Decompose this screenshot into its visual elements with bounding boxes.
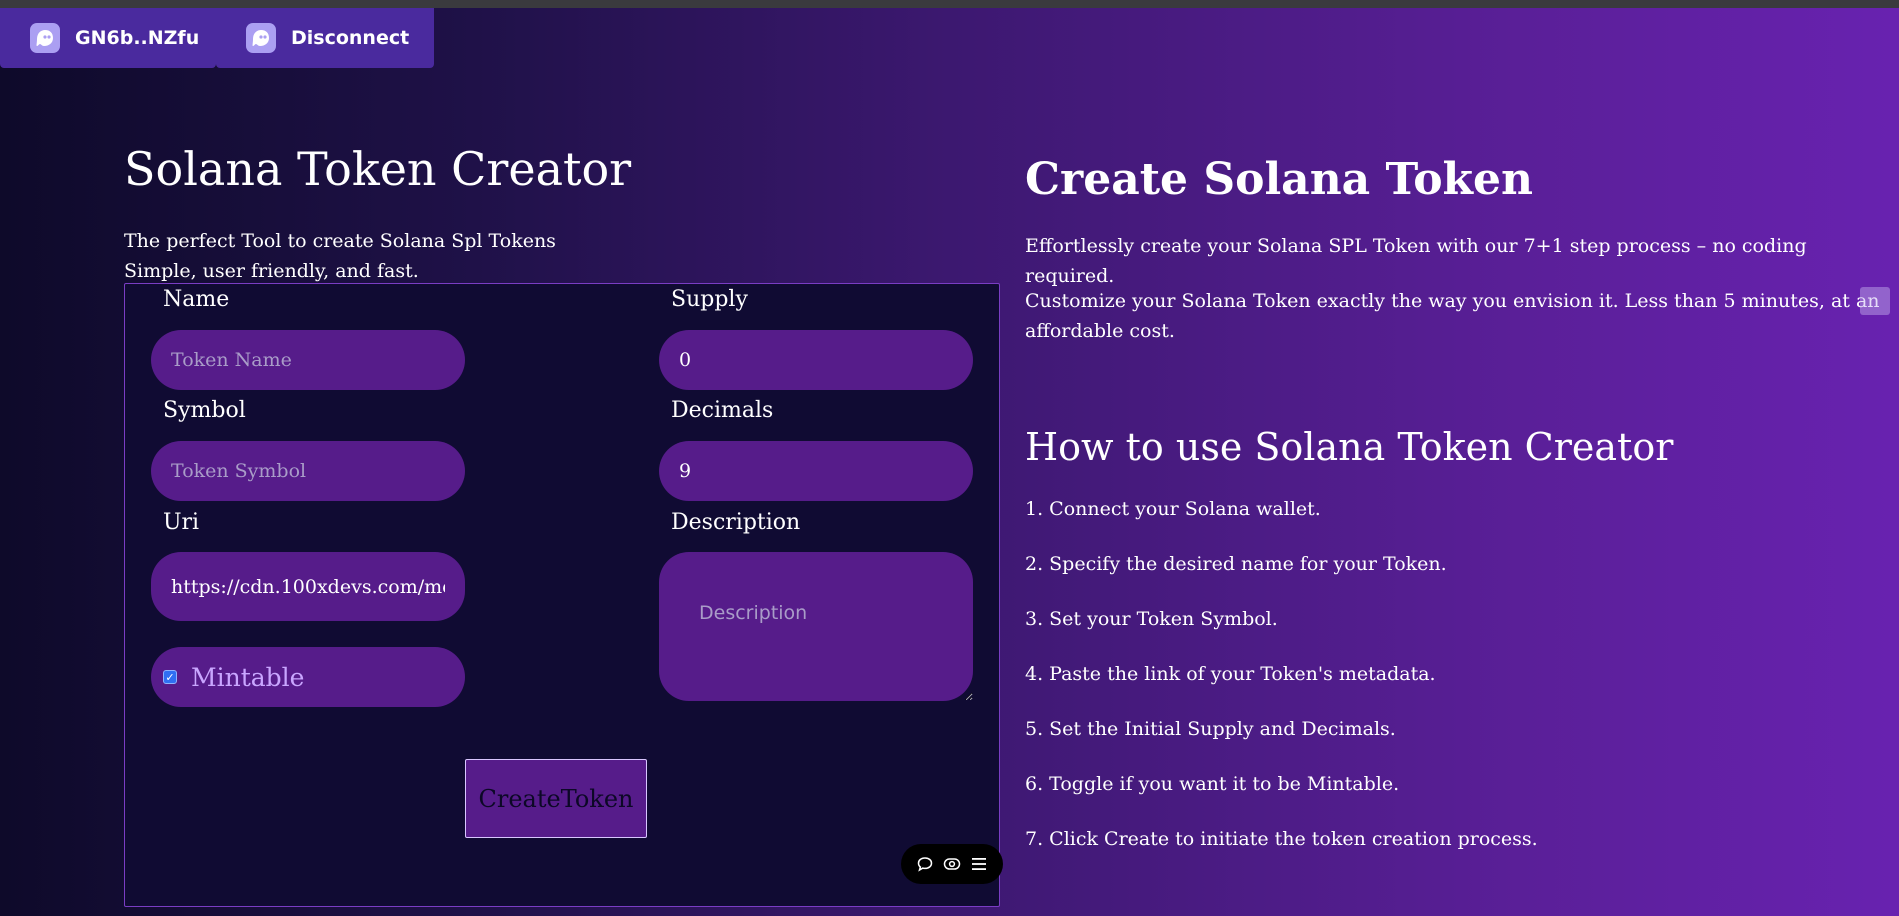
uri-input[interactable] (151, 552, 465, 621)
hero-subtitle-line2: Simple, user friendly, and fast. (124, 260, 419, 282)
info-paragraph-2: Customize your Solana Token exactly the … (1025, 290, 1880, 342)
mintable-checkbox[interactable]: ✓ (163, 670, 177, 684)
info-title: Create Solana Token (1025, 154, 1534, 205)
page-title: Solana Token Creator (124, 142, 632, 196)
text-selection-handle (1860, 287, 1890, 315)
step-item: 6. Toggle if you want it to be Mintable. (1025, 773, 1400, 795)
disconnect-label: Disconnect (291, 27, 410, 49)
step-item: 7. Click Create to initiate the token cr… (1025, 828, 1538, 850)
hero-subtitle-line1: The perfect Tool to create Solana Spl To… (124, 230, 556, 252)
mintable-toggle[interactable]: ✓ Mintable (151, 647, 465, 707)
supply-input[interactable] (659, 330, 973, 390)
mintable-label: Mintable (191, 662, 305, 692)
step-item: 2. Specify the desired name for your Tok… (1025, 553, 1447, 575)
decimals-input[interactable] (659, 441, 973, 501)
symbol-label: Symbol (163, 398, 246, 423)
visibility-toggle-icon[interactable] (942, 854, 962, 874)
step-item: 3. Set your Token Symbol. (1025, 608, 1278, 630)
hero-subtitle: The perfect Tool to create Solana Spl To… (124, 226, 556, 286)
description-textarea[interactable] (659, 552, 973, 701)
uri-label: Uri (163, 510, 200, 535)
step-item: 1. Connect your Solana wallet. (1025, 498, 1321, 520)
phantom-ghost-icon (30, 23, 60, 53)
floating-toolbar (901, 844, 1003, 884)
disconnect-button[interactable]: Disconnect (216, 8, 434, 68)
token-name-input[interactable] (151, 330, 465, 390)
wallet-address-label: GN6b..NZfu (75, 27, 200, 49)
wallet-address-button[interactable]: GN6b..NZfu (0, 8, 216, 68)
menu-icon[interactable] (969, 854, 989, 874)
step-item: 4. Paste the link of your Token's metada… (1025, 663, 1436, 685)
browser-top-strip (0, 0, 1899, 8)
name-label: Name (163, 287, 230, 312)
supply-label: Supply (671, 287, 748, 312)
description-label: Description (671, 510, 801, 535)
token-form: Name Supply Symbol Decimals Uri Descript… (124, 283, 1003, 907)
step-item: 5. Set the Initial Supply and Decimals. (1025, 718, 1396, 740)
create-token-button[interactable]: CreateToken (465, 759, 647, 838)
howto-title: How to use Solana Token Creator (1025, 425, 1674, 469)
comment-icon[interactable] (915, 854, 935, 874)
info-paragraph-1: Effortlessly create your Solana SPL Toke… (1025, 235, 1807, 287)
token-symbol-input[interactable] (151, 441, 465, 501)
phantom-ghost-icon (246, 23, 276, 53)
decimals-label: Decimals (671, 398, 774, 423)
